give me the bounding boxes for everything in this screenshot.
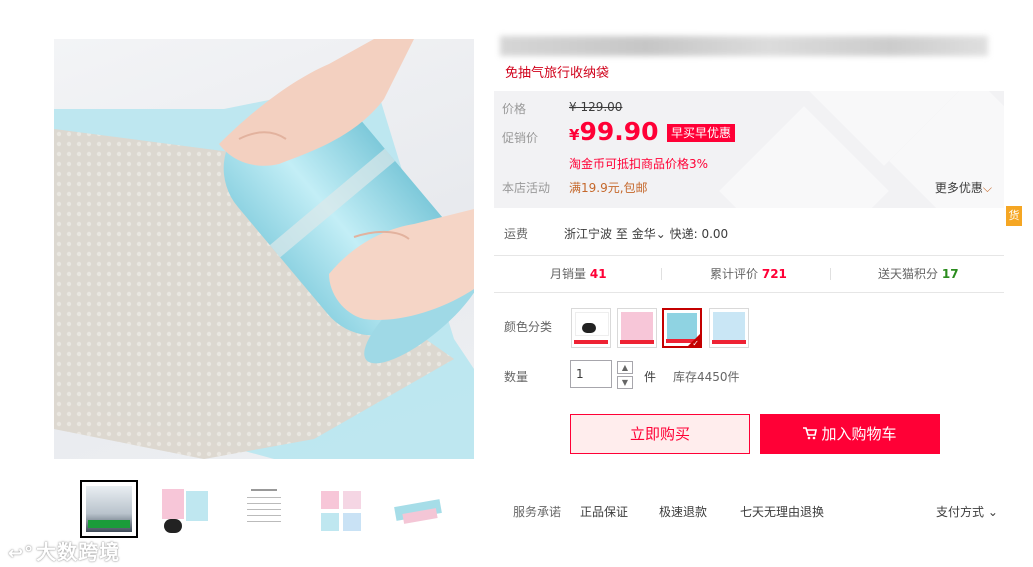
divider (661, 268, 662, 280)
price-panel: 价格 ¥ 129.00 促销价 ¥99.90 早买早优惠 淘金币可抵扣商品价格3… (494, 91, 1004, 208)
shop-activity-value: 满19.9元,包邮 (569, 181, 648, 195)
color-option-4[interactable] (709, 308, 749, 348)
payment-methods-dropdown[interactable]: 支付方式 ⌄ (936, 503, 998, 520)
divider (830, 268, 831, 280)
monthly-sales-value: 41 (589, 267, 607, 281)
quantity-increase-button[interactable]: ▲ (617, 361, 633, 374)
chevron-down-icon: ⌄ (987, 505, 998, 519)
payment-label: 支付方式 (936, 505, 985, 519)
points-value: 17 (941, 267, 959, 281)
price-label: 价格 (502, 102, 527, 116)
reviews-value: 721 (761, 267, 787, 281)
logo-icon: ↩° (8, 543, 35, 564)
monthly-sales: 月销量 41 (550, 265, 607, 282)
main-product-image[interactable] (54, 39, 474, 459)
more-offers-label: 更多优惠 (934, 181, 983, 195)
reviews-label: 累计评价 (710, 267, 759, 281)
product-title-blurred (500, 36, 988, 56)
watermark-text: 大数跨境 (36, 540, 121, 564)
promo-badge: 早买早优惠 (667, 124, 736, 142)
quantity-input[interactable] (570, 360, 612, 388)
shipping-origin: 浙江宁波 (564, 227, 613, 241)
stock-count: 库存4450件 (673, 370, 740, 384)
coin-note: 淘金币可抵扣商品价格3% (569, 157, 709, 171)
monthly-sales-label: 月销量 (550, 267, 587, 281)
product-photo (54, 39, 474, 459)
service-item[interactable]: 正品保证 (580, 503, 628, 520)
color-option-3[interactable]: ✓ (662, 308, 702, 348)
promo-price-value: 99.90 (579, 117, 659, 146)
service-label: 服务承诺 (513, 505, 562, 519)
add-to-cart-button[interactable]: 加入购物车 (760, 414, 940, 454)
stats-bar: 月销量 41 累计评价 721 送天猫积分 17 (494, 265, 1004, 283)
watermark: ↩° 大数跨境 (8, 536, 120, 565)
divider (494, 292, 1004, 293)
service-item[interactable]: 极速退款 (659, 503, 707, 520)
points: 送天猫积分 17 (878, 265, 959, 282)
shipping-to: 至 (615, 227, 628, 241)
color-option-2[interactable] (617, 308, 657, 348)
thumbnail-2[interactable] (155, 480, 213, 538)
quantity-unit: 件 (644, 370, 657, 384)
quantity-label: 数量 (504, 370, 529, 384)
chevron-down-icon: ▼ (621, 378, 629, 387)
shop-activity-label: 本店活动 (502, 181, 551, 195)
original-price: ¥ 129.00 (569, 100, 623, 114)
shipping-fee: 快递: 0.00 (669, 227, 729, 241)
cart-icon (803, 415, 818, 455)
thumbnail-3[interactable] (234, 480, 292, 538)
divider (494, 255, 1004, 256)
shipping-info: 浙江宁波 至 金华⌄ 快递: 0.00 (564, 225, 728, 242)
color-label: 颜色分类 (504, 320, 553, 334)
service-item[interactable]: 七天无理由退换 (740, 503, 824, 520)
thumbnail-4[interactable] (312, 480, 370, 538)
thumbnail-5[interactable] (388, 480, 446, 538)
chevron-down-icon: ⌵ (982, 181, 992, 195)
more-offers-link[interactable]: 更多优惠⌵ (935, 179, 992, 196)
side-tab[interactable]: 货 (1006, 206, 1022, 226)
destination-selector[interactable]: 金华⌄ (632, 227, 666, 241)
currency-symbol: ¥ (569, 126, 580, 144)
promo-price: ¥99.90 (569, 117, 659, 146)
add-to-cart-label: 加入购物车 (821, 425, 897, 443)
quantity-decrease-button[interactable]: ▼ (617, 376, 633, 389)
shipping-destination: 金华 (631, 227, 656, 241)
points-label: 送天猫积分 (878, 267, 939, 281)
thumbnail-1[interactable] (80, 480, 138, 538)
promo-price-label: 促销价 (502, 131, 539, 145)
chevron-up-icon: ▲ (621, 363, 629, 372)
check-icon: ✓ (692, 339, 699, 348)
chevron-down-icon: ⌄ (655, 227, 666, 241)
buy-now-button[interactable]: 立即购买 (570, 414, 750, 454)
reviews-link[interactable]: 累计评价 721 (710, 265, 787, 282)
color-option-1[interactable] (571, 308, 611, 348)
shipping-label: 运费 (504, 227, 529, 241)
product-subtitle: 免抽气旅行收纳袋 (505, 66, 610, 81)
